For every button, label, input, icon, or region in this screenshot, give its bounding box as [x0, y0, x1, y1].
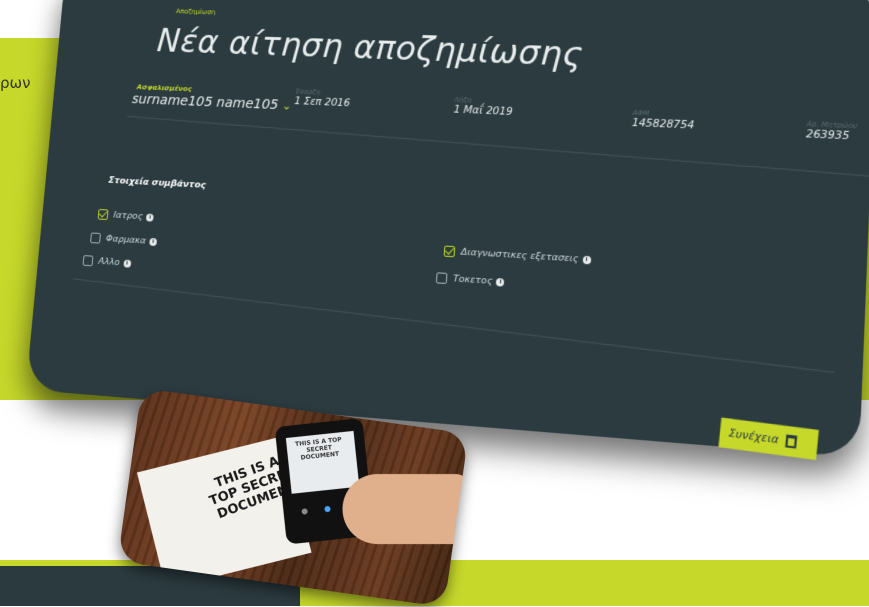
continue-label: Συνέχεια	[727, 426, 780, 447]
meta-start-value: 1 Σεπ 2016	[293, 95, 351, 110]
checkbox-childbirth[interactable]: Τοκετος i	[435, 272, 505, 287]
checkbox-diagnostics-label: Διαγνωστικες εξετασεις	[460, 246, 579, 265]
info-icon[interactable]: i	[123, 259, 131, 268]
meta-registry-value: 263935	[805, 128, 850, 143]
document-icon	[784, 434, 797, 449]
info-icon[interactable]: i	[582, 255, 592, 264]
meta-afm-value: 145828754	[631, 116, 695, 132]
continue-button[interactable]: Συνέχεια	[718, 417, 819, 461]
checkbox-pharmacy[interactable]: Φαρμακα i	[90, 232, 158, 247]
checkbox-checked-icon[interactable]	[97, 208, 109, 221]
page-title: Νέα αίτηση αποζημίωσης	[155, 22, 585, 75]
info-icon[interactable]: i	[149, 237, 158, 246]
info-icon[interactable]: i	[496, 277, 505, 287]
checkbox-diagnostics[interactable]: Διαγνωστικες εξετασεις i	[443, 245, 592, 266]
header-divider	[127, 115, 869, 178]
meta-afm: ΑΦΜ 145828754	[632, 109, 695, 132]
checkbox-doctor[interactable]: Ιατρος i	[97, 208, 154, 223]
bottom-divider	[72, 278, 835, 373]
meta-end-value: 1 Μαΐ 2019	[453, 103, 513, 118]
checkbox-other[interactable]: Αλλο i	[82, 255, 132, 269]
background-cropped-text: ρων	[0, 74, 31, 92]
hand	[342, 474, 469, 545]
meta-start: Έναρξη 1 Σεπ 2016	[294, 88, 351, 110]
breadcrumb[interactable]: Αποζημίωση	[176, 8, 216, 17]
checkbox-checked-icon[interactable]	[443, 245, 456, 258]
checkbox-childbirth-label: Τοκετος	[452, 273, 493, 287]
checkbox-doctor-label: Ιατρος	[112, 209, 144, 223]
chevron-down-icon: ⌄	[281, 98, 293, 113]
insured-name-value: surname105 name105	[131, 91, 279, 113]
checkbox-empty-icon[interactable]	[435, 272, 448, 285]
checkbox-empty-icon[interactable]	[90, 232, 101, 244]
checkbox-other-label: Αλλο	[97, 256, 121, 269]
section-title: Στοιχεία συμβάντος	[107, 175, 207, 191]
checkbox-pharmacy-label: Φαρμακα	[105, 233, 147, 247]
insured-select[interactable]: surname105 name105 ⌄	[131, 92, 292, 114]
meta-end: Λήξη 1 Μαΐ 2019	[453, 96, 513, 118]
checkbox-empty-icon[interactable]	[82, 255, 94, 267]
meta-registry: Αρ. Μητρώου 263935	[806, 120, 858, 143]
info-icon[interactable]: i	[146, 213, 154, 222]
